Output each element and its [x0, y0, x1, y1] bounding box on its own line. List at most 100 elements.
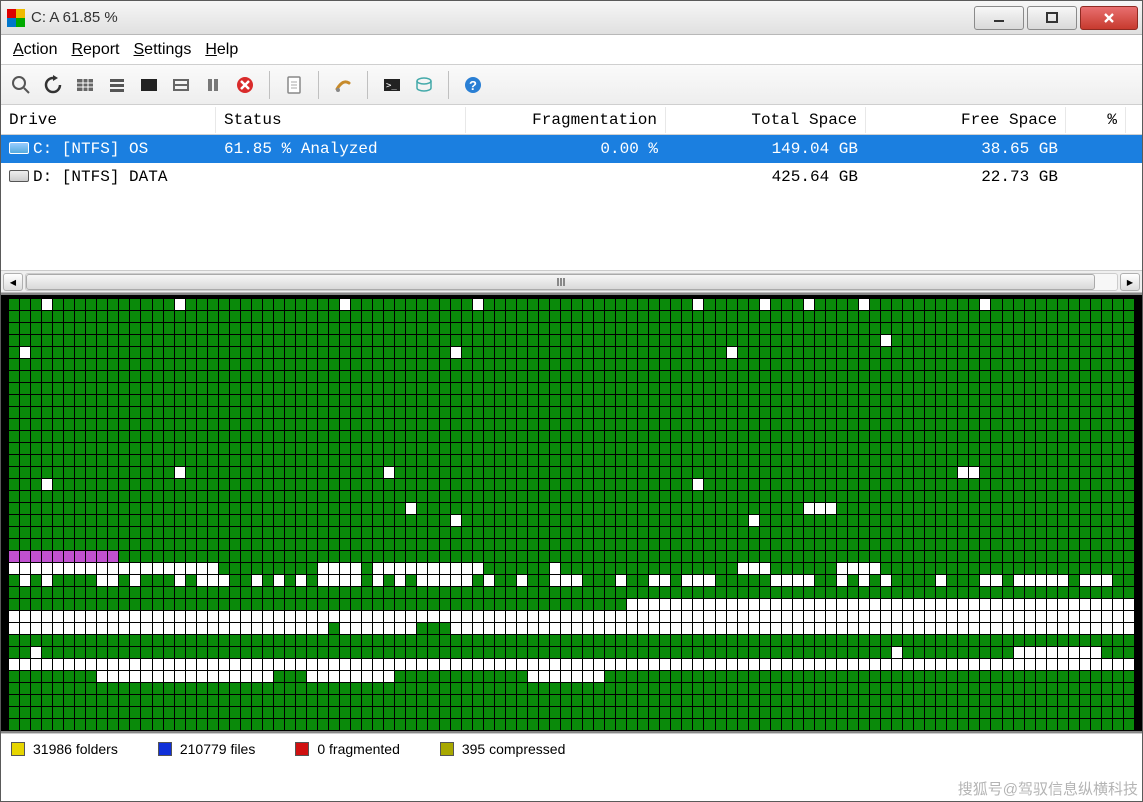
cluster-cell: [991, 527, 1001, 538]
col-total-header[interactable]: Total Space: [666, 107, 866, 133]
refresh-icon[interactable]: [39, 71, 67, 99]
help-icon[interactable]: ?: [459, 71, 487, 99]
cluster-cell: [980, 359, 990, 370]
cluster-cell: [782, 299, 792, 310]
cluster-cell: [451, 407, 461, 418]
cluster-cell: [484, 707, 494, 718]
cluster-cell: [936, 479, 946, 490]
cluster-cell: [660, 635, 670, 646]
scroll-thumb[interactable]: [26, 274, 1095, 290]
drive-list-hscroll[interactable]: ◂ ▸: [1, 270, 1142, 292]
cluster-cell: [1091, 395, 1101, 406]
cluster-cell: [462, 707, 472, 718]
blank-panel-icon[interactable]: [135, 71, 163, 99]
cluster-cell: [175, 479, 185, 490]
cluster-cell: [506, 443, 516, 454]
cluster-cell: [550, 611, 560, 622]
cluster-cell: [241, 683, 251, 694]
cluster-cell: [384, 539, 394, 550]
analyze-icon[interactable]: [7, 71, 35, 99]
pause-icon[interactable]: [199, 71, 227, 99]
cluster-cell: [20, 335, 30, 346]
cluster-cell: [859, 527, 869, 538]
menu-settings[interactable]: Settings: [134, 41, 192, 59]
cluster-cell: [119, 479, 129, 490]
cluster-cell: [274, 599, 284, 610]
cluster-cell: [351, 407, 361, 418]
cluster-cell: [1047, 479, 1057, 490]
filter-icon[interactable]: [167, 71, 195, 99]
cluster-cell: [108, 383, 118, 394]
cluster-cell: [197, 647, 207, 658]
cluster-cell: [130, 611, 140, 622]
scroll-left-arrow-icon[interactable]: ◂: [3, 273, 23, 291]
cluster-cell: [859, 299, 869, 310]
cluster-cell: [638, 335, 648, 346]
cluster-cell: [164, 527, 174, 538]
cluster-cell: [716, 551, 726, 562]
cluster-cell: [285, 659, 295, 670]
cluster-cell: [903, 527, 913, 538]
cluster-cell: [428, 587, 438, 598]
col-status-header[interactable]: Status: [216, 107, 466, 133]
cluster-cell: [1014, 539, 1024, 550]
drive-row[interactable]: D: [NTFS] DATA425.64 GB22.73 GB: [1, 163, 1142, 191]
close-button[interactable]: [1080, 6, 1138, 30]
cluster-cell: [75, 683, 85, 694]
cluster-cell: [164, 299, 174, 310]
cluster-cell: [793, 671, 803, 682]
terminal-icon[interactable]: >_: [378, 71, 406, 99]
cluster-cell: [31, 587, 41, 598]
list-icon[interactable]: [103, 71, 131, 99]
col-pct-header[interactable]: %: [1066, 107, 1126, 133]
cluster-cell: [1113, 347, 1123, 358]
cluster-cell: [20, 635, 30, 646]
cluster-cell: [1080, 683, 1090, 694]
cluster-cell: [782, 575, 792, 586]
cluster-cell: [1025, 311, 1035, 322]
cluster-cell: [517, 611, 527, 622]
cluster-cell: [1025, 563, 1035, 574]
cluster-cell: [252, 371, 262, 382]
cluster-cell: [274, 503, 284, 514]
menu-help[interactable]: Help: [205, 41, 238, 59]
cluster-cell: [627, 683, 637, 694]
menu-action[interactable]: Action: [13, 41, 57, 59]
col-free-header[interactable]: Free Space: [866, 107, 1066, 133]
report-icon[interactable]: [280, 71, 308, 99]
defrag-icon[interactable]: [410, 71, 438, 99]
cluster-cell: [550, 635, 560, 646]
cluster-cell: [285, 335, 295, 346]
cluster-cell: [97, 527, 107, 538]
cluster-cell: [1025, 347, 1035, 358]
cluster-cell: [495, 719, 505, 730]
cluster-cell: [406, 707, 416, 718]
maximize-button[interactable]: [1027, 6, 1077, 30]
stop-icon[interactable]: [231, 71, 259, 99]
scroll-right-arrow-icon[interactable]: ▸: [1120, 273, 1140, 291]
cluster-cell: [1113, 335, 1123, 346]
options-icon[interactable]: [329, 71, 357, 99]
cluster-cell: [693, 635, 703, 646]
drive-row[interactable]: C: [NTFS] OS61.85 % Analyzed0.00 %149.04…: [1, 135, 1142, 163]
cluster-cell: [682, 575, 692, 586]
scroll-track[interactable]: [25, 273, 1118, 291]
cluster-cell: [716, 443, 726, 454]
menu-report[interactable]: Report: [71, 41, 119, 59]
col-frag-header[interactable]: Fragmentation: [466, 107, 666, 133]
cluster-cell: [671, 563, 681, 574]
cluster-cell: [9, 563, 19, 574]
cluster-cell: [230, 347, 240, 358]
cluster-cell: [186, 395, 196, 406]
grid-icon[interactable]: [71, 71, 99, 99]
cluster-cell: [760, 623, 770, 634]
minimize-button[interactable]: [974, 6, 1024, 30]
cluster-cell: [1124, 335, 1134, 346]
cluster-cell: [197, 323, 207, 334]
cluster-cell: [605, 383, 615, 394]
col-drive-header[interactable]: Drive: [1, 107, 216, 133]
cluster-cell: [20, 311, 30, 322]
cluster-cell: [296, 335, 306, 346]
cluster-cell: [1003, 515, 1013, 526]
cluster-cell: [274, 311, 284, 322]
